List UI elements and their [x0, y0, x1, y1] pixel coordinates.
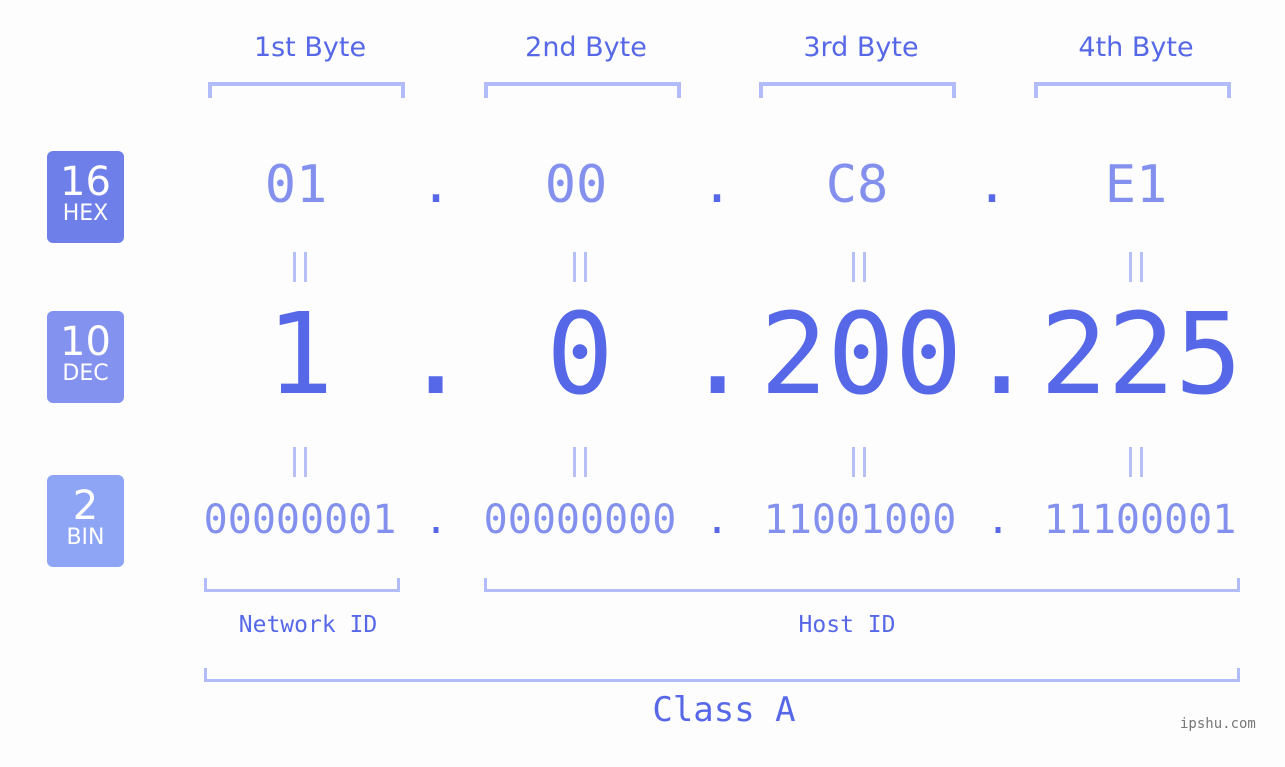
- bin-dot: .: [985, 497, 1011, 543]
- equals-icon: [560, 246, 600, 292]
- equals-icon: [1116, 441, 1156, 487]
- dec-byte-3: 200: [760, 290, 963, 420]
- dec-byte-2: 0: [546, 290, 614, 420]
- host-id-bracket: [484, 578, 1240, 592]
- equals-icon: [280, 246, 320, 292]
- bin-dot: .: [423, 497, 449, 543]
- dec-badge-label: DEC: [62, 361, 109, 386]
- watermark: ipshu.com: [1180, 716, 1256, 732]
- class-bracket: [204, 668, 1240, 682]
- bin-badge-label: BIN: [66, 525, 105, 550]
- hex-dot: .: [420, 155, 452, 215]
- byte-label-4: 4th Byte: [1078, 32, 1194, 63]
- hex-byte-2: 00: [544, 155, 608, 215]
- equals-icon: [560, 441, 600, 487]
- byte-bracket-2: [484, 82, 681, 98]
- hex-badge-base: 16: [60, 159, 111, 205]
- dec-dot: .: [684, 290, 752, 420]
- bin-badge-base: 2: [72, 483, 99, 529]
- network-id-bracket: [204, 578, 400, 592]
- dec-dot: .: [968, 290, 1036, 420]
- dec-byte-4: 225: [1040, 290, 1243, 420]
- host-id-label: Host ID: [798, 612, 896, 638]
- equals-icon: [280, 441, 320, 487]
- dec-byte-1: 1: [266, 290, 334, 420]
- bin-byte-1: 00000001: [203, 497, 397, 543]
- hex-badge: 16 HEX: [47, 151, 124, 243]
- equals-icon: [1116, 246, 1156, 292]
- hex-dot: .: [976, 155, 1008, 215]
- hex-badge-label: HEX: [62, 201, 109, 226]
- network-id-label: Network ID: [238, 612, 378, 638]
- dec-badge: 10 DEC: [47, 311, 124, 403]
- dec-dot: .: [402, 290, 470, 420]
- byte-label-2: 2nd Byte: [525, 32, 647, 63]
- hex-dot: .: [701, 155, 733, 215]
- equals-icon: [839, 441, 879, 487]
- byte-bracket-3: [759, 82, 956, 98]
- byte-bracket-4: [1034, 82, 1231, 98]
- bin-byte-4: 11100001: [1043, 497, 1237, 543]
- byte-bracket-1: [208, 82, 405, 98]
- hex-byte-1: 01: [264, 155, 328, 215]
- bin-badge: 2 BIN: [47, 475, 124, 567]
- byte-label-1: 1st Byte: [253, 32, 367, 63]
- hex-byte-4: E1: [1104, 155, 1168, 215]
- hex-byte-3: C8: [825, 155, 889, 215]
- equals-icon: [839, 246, 879, 292]
- class-label: Class A: [652, 690, 796, 730]
- bin-byte-3: 11001000: [763, 497, 957, 543]
- bin-byte-2: 00000000: [483, 497, 677, 543]
- dec-badge-base: 10: [60, 319, 111, 365]
- byte-label-3: 3rd Byte: [803, 32, 919, 63]
- bin-dot: .: [704, 497, 730, 543]
